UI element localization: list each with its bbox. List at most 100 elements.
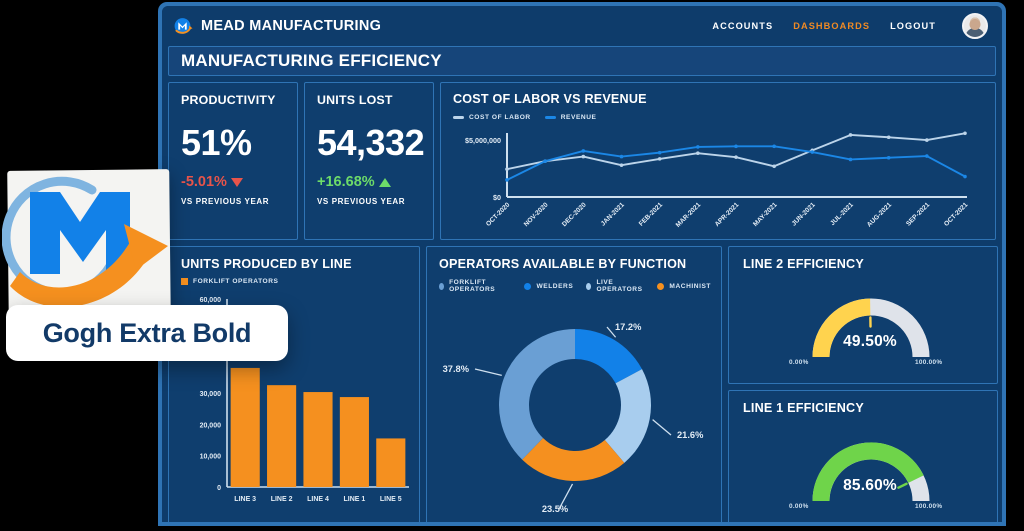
gauge-column: LINE 2 EFFICIENCY 49.50% 0.00% 100.00% L… <box>728 246 998 522</box>
svg-text:0: 0 <box>217 485 221 492</box>
gauge-svg <box>812 298 930 358</box>
legend-swatch <box>586 282 592 290</box>
legend-item-forklift-operators[interactable]: FORKLIFT OPERATORS <box>439 279 511 293</box>
svg-text:LINE 3: LINE 3 <box>234 496 256 503</box>
svg-text:DEC-2020: DEC-2020 <box>561 201 588 228</box>
kpi-card-units-lost: UNITS LOST 54,332 +16.68% VS PREVIOUS YE… <box>304 82 434 240</box>
gauge-line-2: 49.50% 0.00% 100.00% <box>743 271 997 367</box>
svg-text:LINE 1: LINE 1 <box>344 496 366 503</box>
legend-item-cost-of-labor[interactable]: COST OF LABOR <box>453 114 531 121</box>
nav-item-dashboards[interactable]: DASHBOARDS <box>793 21 870 31</box>
legend-swatch <box>181 278 188 285</box>
chart-panel-cost-of-labor-vs-revenue: COST OF LABOR VS REVENUE COST OF LABOR R… <box>440 82 996 240</box>
legend-swatch <box>524 282 532 290</box>
chart-legend: FORKLIFT OPERATORS <box>181 278 413 285</box>
kpi-title: PRODUCTIVITY <box>181 93 276 107</box>
avatar[interactable] <box>962 13 988 39</box>
svg-text:$0: $0 <box>493 193 501 202</box>
brand[interactable]: MEAD MANUFACTURING <box>172 16 381 37</box>
screenshot-stage: MEAD MANUFACTURING ACCOUNTS DASHBOARDS L… <box>0 0 1024 531</box>
nav-item-accounts[interactable]: ACCOUNTS <box>712 21 773 31</box>
kpi-delta: -5.01% <box>181 174 297 190</box>
donut-chart: 17.2% 21.6% 23.5% 37.8% <box>439 295 711 522</box>
dashboard-row-2: UNITS PRODUCED BY LINE FORKLIFT OPERATOR… <box>168 246 998 522</box>
gauge-panel-line-1-efficiency: LINE 1 EFFICIENCY 85.60% 0.00% 100.00% <box>728 390 998 522</box>
gauge-value: 85.60% <box>843 477 897 494</box>
kpi-title: UNITS LOST <box>317 93 393 107</box>
page-title-bar: MANUFACTURING EFFICIENCY <box>168 46 996 76</box>
legend-swatch <box>657 282 665 290</box>
svg-text:21.6%: 21.6% <box>677 430 704 440</box>
legend-label: WELDERS <box>536 282 574 290</box>
dashboard-row-1: PRODUCTIVITY 51% -5.01% VS PREVIOUS YEAR… <box>168 82 996 240</box>
svg-text:37.8%: 37.8% <box>443 364 470 374</box>
kpi-delta: +16.68% <box>317 174 433 190</box>
svg-text:17.2%: 17.2% <box>615 322 642 332</box>
font-name-label: Gogh Extra Bold <box>42 317 252 348</box>
legend-item-machinist[interactable]: MACHINIST <box>657 282 711 290</box>
mead-m-logo-large-icon <box>2 176 168 308</box>
svg-text:APR-2021: APR-2021 <box>714 201 741 228</box>
legend-label: FORKLIFT OPERATORS <box>449 279 496 293</box>
chart-legend: FORKLIFT OPERATORS WELDERS LIVE OPERATOR… <box>439 279 711 293</box>
gauge-svg <box>812 442 930 502</box>
triangle-up-icon <box>378 177 391 187</box>
svg-text:30,000: 30,000 <box>200 391 222 398</box>
gauge-title: LINE 2 EFFICIENCY <box>743 257 864 271</box>
triangle-down-icon <box>230 177 243 187</box>
svg-text:LINE 2: LINE 2 <box>271 496 293 503</box>
chart-title: UNITS PRODUCED BY LINE <box>181 257 352 271</box>
gauge-max-label: 100.00% <box>915 503 943 510</box>
kpi-card-productivity: PRODUCTIVITY 51% -5.01% VS PREVIOUS YEAR <box>168 82 298 240</box>
kpi-value: 51% <box>181 122 252 163</box>
svg-text:SEP-2021: SEP-2021 <box>905 201 931 227</box>
main-nav: ACCOUNTS DASHBOARDS LOGOUT <box>712 13 988 39</box>
donut-chart-svg: 17.2% 21.6% 23.5% 37.8% <box>443 322 704 514</box>
legend-swatch <box>453 116 464 119</box>
chart-title: COST OF LABOR VS REVENUE <box>453 92 647 106</box>
page-title: MANUFACTURING EFFICIENCY <box>181 51 442 70</box>
svg-text:FEB-2021: FEB-2021 <box>638 201 664 227</box>
svg-text:AUG-2021: AUG-2021 <box>866 201 893 228</box>
gauge-max-label: 100.00% <box>915 359 943 366</box>
legend-item-welders[interactable]: WELDERS <box>524 282 574 290</box>
dashboard-window: MEAD MANUFACTURING ACCOUNTS DASHBOARDS L… <box>158 2 1006 526</box>
line-chart: $5,000,000 $0 OCT-2020 NOV-2020 DEC-2020 JAN-… <box>453 125 985 238</box>
gauge-line-1: 85.60% 0.00% 100.00% <box>743 415 997 511</box>
kpi-subtitle: VS PREVIOUS YEAR <box>181 197 270 206</box>
svg-text:20,000: 20,000 <box>200 422 222 429</box>
chart-legend: COST OF LABOR REVENUE <box>453 114 985 121</box>
svg-text:LINE 5: LINE 5 <box>380 496 402 503</box>
svg-text:JUL-2021: JUL-2021 <box>829 201 855 227</box>
svg-text:$5,000,000: $5,000,000 <box>465 136 501 145</box>
legend-item-revenue[interactable]: REVENUE <box>544 114 597 121</box>
legend-swatch <box>544 116 556 119</box>
line-chart-svg: $5,000,000 $0OCT-2020 NOV-2020 DEC-2020 JAN-… <box>465 131 970 229</box>
chart-title: OPERATORS AVAILABLE BY FUNCTION <box>439 257 687 271</box>
gauge-panel-line-2-efficiency: LINE 2 EFFICIENCY 49.50% 0.00% 100.00% <box>728 246 998 384</box>
legend-label: MACHINIST <box>669 282 711 290</box>
svg-text:OCT-2020: OCT-2020 <box>485 201 512 228</box>
chart-panel-operators-available-by-function: OPERATORS AVAILABLE BY FUNCTION FORKLIFT… <box>426 246 722 522</box>
gauge-min-label: 0.00% <box>789 359 809 366</box>
gauge-min-label: 0.00% <box>789 503 809 510</box>
nav-item-logout[interactable]: LOGOUT <box>890 21 936 31</box>
gauge-value: 49.50% <box>843 333 897 350</box>
legend-item-forklift-operators[interactable]: FORKLIFT OPERATORS <box>181 278 278 285</box>
kpi-value: 54,332 <box>317 122 425 163</box>
dashboard-shell: MEAD MANUFACTURING ACCOUNTS DASHBOARDS L… <box>162 6 1002 522</box>
font-name-card: Gogh Extra Bold <box>6 305 288 361</box>
legend-label: LIVE OPERATORS <box>596 279 643 293</box>
legend-label: REVENUE <box>560 114 597 121</box>
legend-item-live-operators[interactable]: LIVE OPERATORS <box>586 279 644 293</box>
legend-label: COST OF LABOR <box>469 114 531 121</box>
gauge-title: LINE 1 EFFICIENCY <box>743 401 864 415</box>
app-header: MEAD MANUFACTURING ACCOUNTS DASHBOARDS L… <box>162 6 1002 46</box>
svg-text:NOV-2020: NOV-2020 <box>523 201 550 228</box>
svg-text:60,000: 60,000 <box>200 297 222 304</box>
svg-text:MAY-2021: MAY-2021 <box>752 201 779 228</box>
kpi-subtitle: VS PREVIOUS YEAR <box>317 197 406 206</box>
svg-text:23.5%: 23.5% <box>542 504 569 514</box>
svg-text:MAR-2021: MAR-2021 <box>675 201 703 229</box>
svg-text:LINE 4: LINE 4 <box>307 496 329 503</box>
